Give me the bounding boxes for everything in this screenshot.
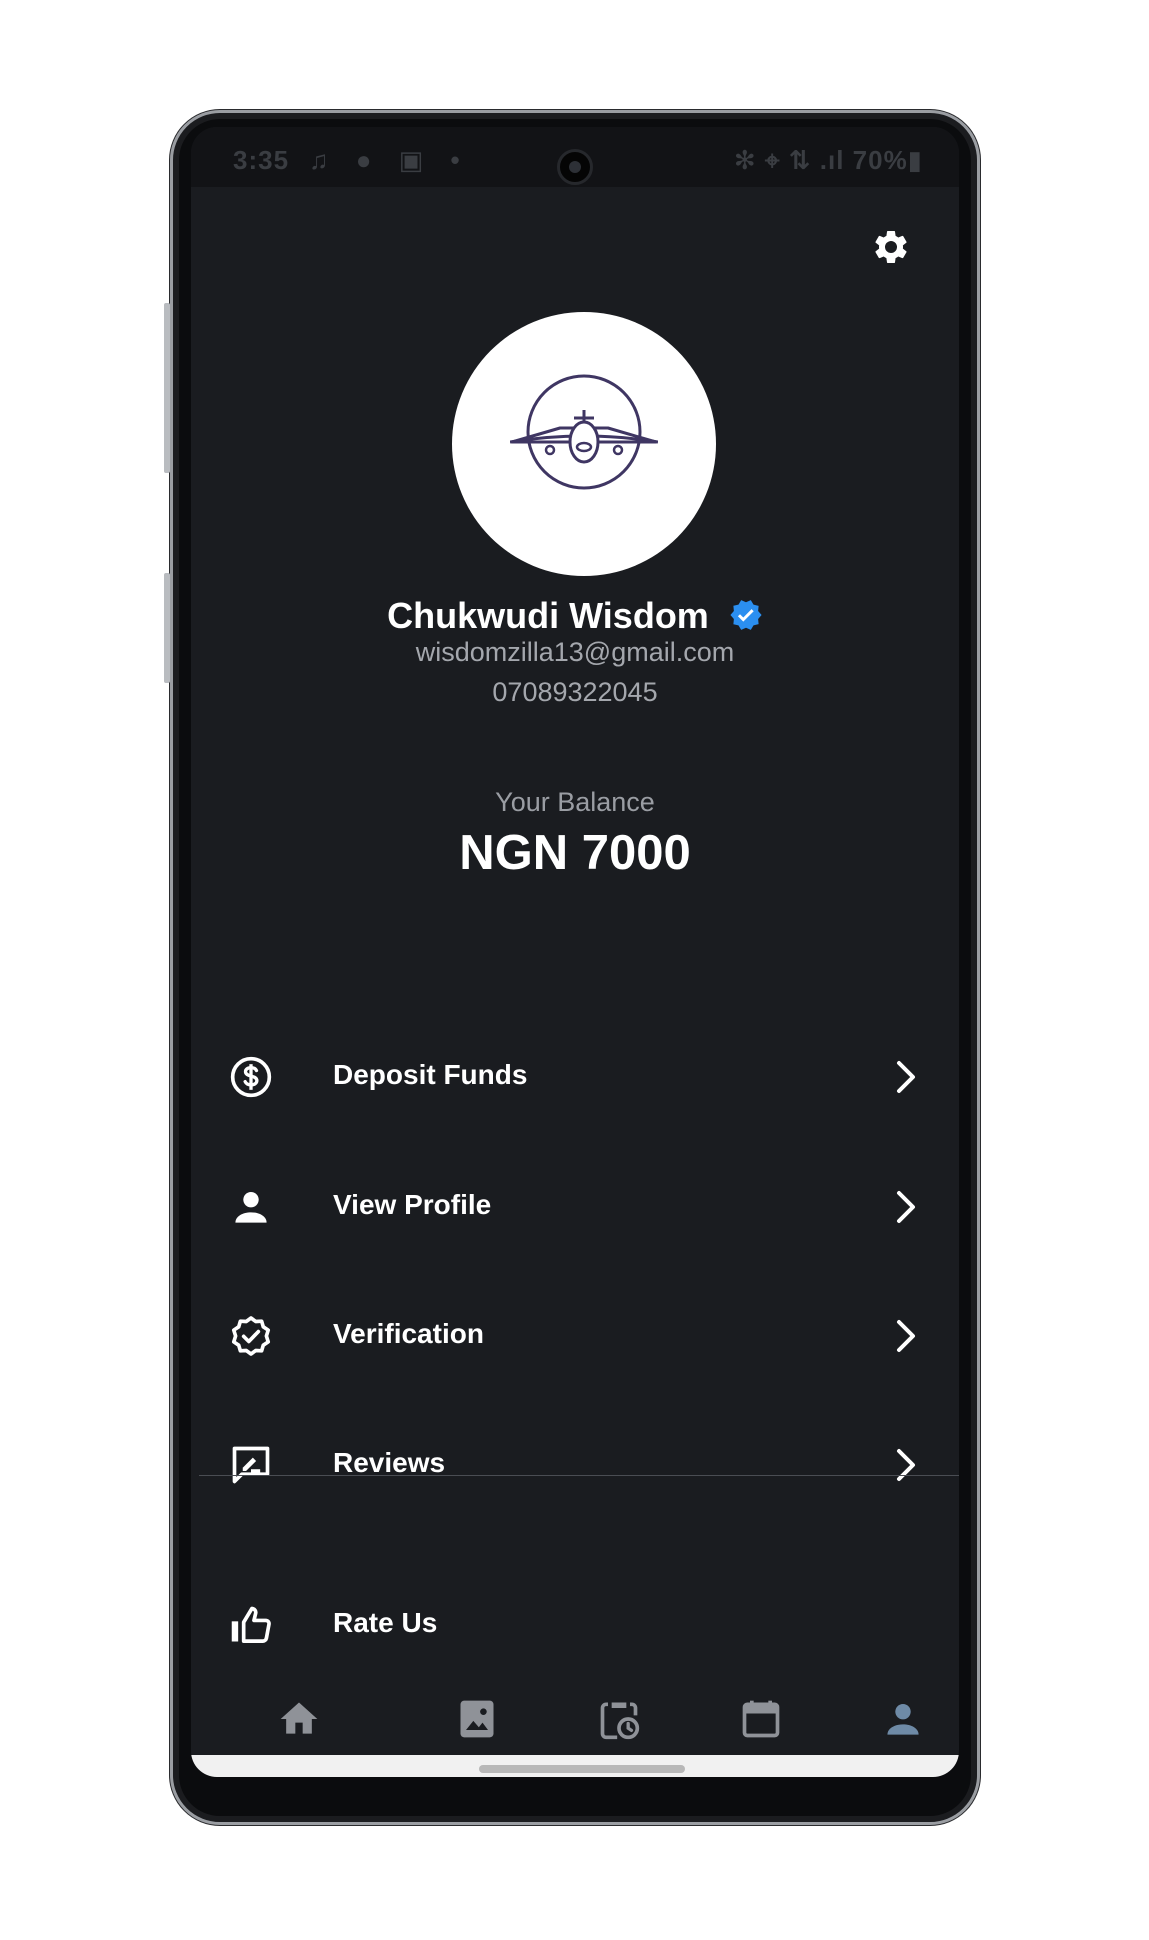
nav-clipboard-clock-icon[interactable] bbox=[597, 1697, 641, 1741]
front-camera bbox=[557, 149, 593, 185]
balance-value: NGN 7000 bbox=[459, 826, 691, 880]
settings-gear-icon[interactable] bbox=[871, 227, 911, 267]
profile-name-row: Chukwudi Wisdom bbox=[191, 595, 959, 637]
menu-item-rate-us[interactable]: Rate Us bbox=[191, 1575, 959, 1671]
balance-label: Your Balance bbox=[495, 787, 655, 817]
nav-home-icon[interactable] bbox=[277, 1697, 321, 1741]
app-screen: 3:35 ♫ ● ▣ • ✻ ⌖ ⇅ .ıl 70%▮ Chukwudi Wis bbox=[191, 127, 959, 1777]
home-indicator[interactable] bbox=[479, 1765, 685, 1773]
menu-label-view-profile: View Profile bbox=[333, 1189, 492, 1220]
profile-email: wisdomzilla13@gmail.com bbox=[415, 637, 735, 667]
chevron-right-icon bbox=[897, 1449, 915, 1481]
menu-label-verification: Verification bbox=[333, 1318, 484, 1349]
phone-frame: 3:35 ♫ ● ▣ • ✻ ⌖ ⇅ .ıl 70%▮ Chukwudi Wis bbox=[164, 110, 980, 1825]
nav-calendar-icon[interactable] bbox=[739, 1697, 783, 1741]
menu-divider bbox=[199, 1475, 959, 1476]
verified-badge-icon bbox=[730, 600, 762, 631]
chevron-right-icon bbox=[897, 1061, 915, 1093]
dollar-circle-icon bbox=[230, 1056, 272, 1098]
chevron-right-icon bbox=[897, 1320, 915, 1352]
status-notification-icons: ♫ ● ▣ • bbox=[309, 145, 470, 175]
nav-image-icon[interactable] bbox=[455, 1697, 499, 1741]
verified-badge-outline-icon bbox=[231, 1316, 271, 1356]
menu-label-rate-us: Rate Us bbox=[333, 1607, 438, 1638]
menu-item-deposit-funds[interactable]: Deposit Funds bbox=[191, 1027, 959, 1123]
status-system-icons: ✻ ⌖ ⇅ .ıl 70%▮ bbox=[733, 145, 923, 175]
rate-review-icon bbox=[232, 1446, 270, 1484]
system-gesture-bar bbox=[191, 1755, 959, 1777]
profile-phone: 07089322045 bbox=[492, 677, 658, 707]
avatar[interactable] bbox=[452, 312, 716, 576]
nav-profile-icon[interactable] bbox=[881, 1697, 925, 1741]
status-time: 3:35 bbox=[233, 145, 290, 175]
person-icon bbox=[235, 1191, 267, 1223]
thumbs-up-icon bbox=[231, 1606, 271, 1643]
status-bar: 3:35 ♫ ● ▣ • ✻ ⌖ ⇅ .ıl 70%▮ bbox=[191, 127, 959, 187]
menu-item-view-profile[interactable]: View Profile bbox=[191, 1157, 959, 1253]
profile-name: Chukwudi Wisdom bbox=[387, 595, 709, 636]
power-button bbox=[164, 573, 170, 683]
menu-item-reviews[interactable]: Reviews bbox=[191, 1415, 959, 1511]
volume-button bbox=[164, 303, 170, 473]
bottom-navigation bbox=[191, 1677, 959, 1757]
menu-label-deposit-funds: Deposit Funds bbox=[333, 1059, 528, 1090]
chevron-right-icon bbox=[897, 1191, 915, 1223]
airplane-logo-icon bbox=[510, 374, 658, 490]
menu-item-verification[interactable]: Verification bbox=[191, 1286, 959, 1382]
